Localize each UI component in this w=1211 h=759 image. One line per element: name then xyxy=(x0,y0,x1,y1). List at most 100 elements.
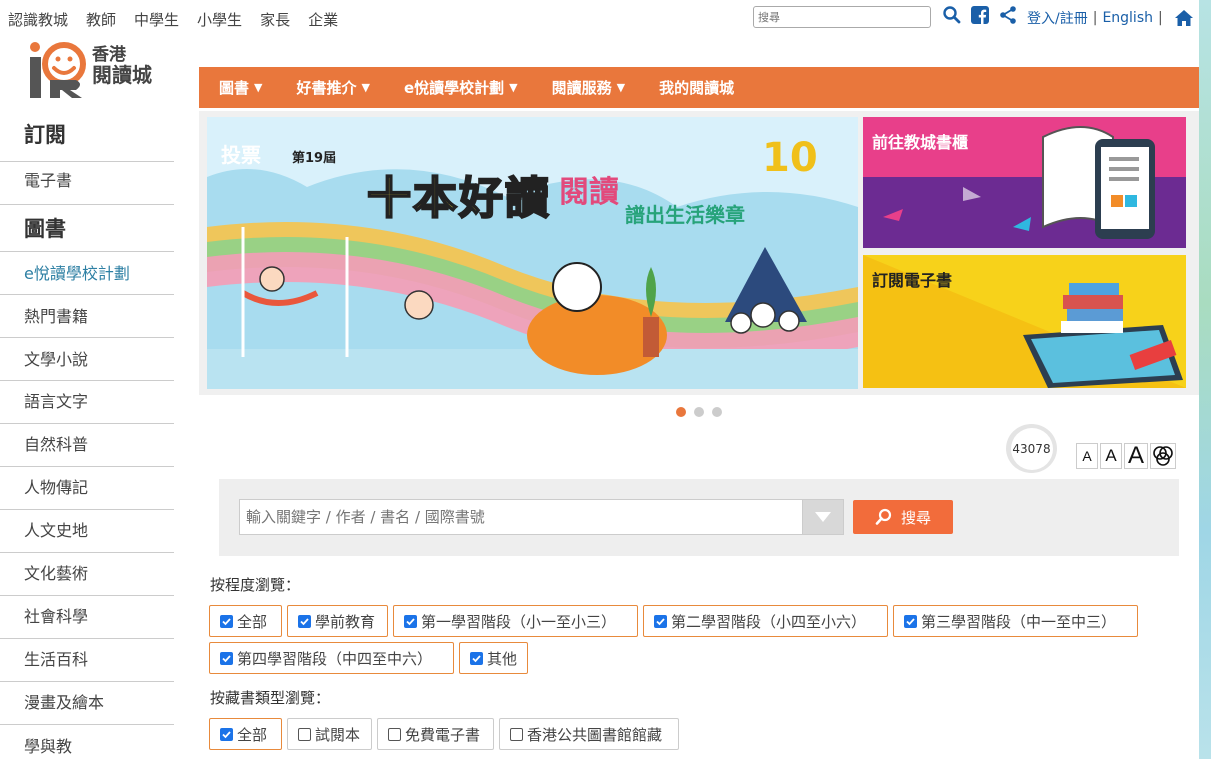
level-chip-ks4[interactable]: 第四學習階段（中四至中六） xyxy=(209,642,454,674)
sidebar-item-culture-arts[interactable]: 文化藝術 xyxy=(0,553,174,596)
audience-link-parents[interactable]: 家長 xyxy=(260,9,290,30)
top-search-input[interactable] xyxy=(753,6,931,28)
visit-counter: 43078 xyxy=(1006,424,1057,473)
promo-bookshelf[interactable]: 前往教城書櫃 xyxy=(863,117,1186,248)
banner-subtitle-reading: 閱讀 xyxy=(559,175,619,210)
chip-label: 第四學習階段（中四至中六） xyxy=(237,649,433,668)
contrast-toggle-button[interactable] xyxy=(1150,443,1176,469)
search-panel: 搜尋 xyxy=(219,479,1179,556)
carousel-dot-2[interactable] xyxy=(694,407,704,417)
chip-label: 第三學習階段（中一至中三） xyxy=(921,612,1117,631)
visit-counter-value: 43078 xyxy=(1010,427,1053,470)
checkbox-checked-icon xyxy=(220,651,233,665)
sidebar-item-language[interactable]: 語言文字 xyxy=(0,381,174,424)
nav-label: 好書推介 xyxy=(296,79,357,97)
level-chip-preschool[interactable]: 學前教育 xyxy=(287,605,388,637)
checkbox-checked-icon xyxy=(404,614,417,628)
site-logo[interactable]: 香港 閱讀城 xyxy=(26,40,166,102)
page: 認識教城 教師 中學生 小學生 家長 企業 登入/註冊 | English | xyxy=(0,0,1211,759)
font-size-medium-button[interactable]: A xyxy=(1100,443,1122,469)
main-nav: 圖書 ▼ 好書推介 ▼ e悅讀學校計劃 ▼ 閱讀服務 ▼ 我的閱讀城 xyxy=(199,67,1199,108)
type-chip-all[interactable]: 全部 xyxy=(209,718,282,750)
carousel-dot-1[interactable] xyxy=(676,407,686,417)
chip-label: 全部 xyxy=(237,612,268,631)
nav-item-school-plan[interactable]: e悅讀學校計劃 ▼ xyxy=(404,77,518,98)
sidebar-item-biography[interactable]: 人物傳記 xyxy=(0,467,174,510)
sidebar-item-ebooks[interactable]: 電子書 xyxy=(0,162,174,205)
contrast-icon xyxy=(1153,446,1173,466)
checkbox-unchecked-icon xyxy=(510,727,523,741)
type-chip-public-library[interactable]: 香港公共圖書館館藏 xyxy=(499,718,679,750)
search-button-label: 搜尋 xyxy=(900,508,931,527)
top-icon-group xyxy=(942,5,1018,25)
font-size-large-button[interactable]: A xyxy=(1124,442,1148,469)
search-dropdown-button[interactable] xyxy=(802,499,844,535)
level-chip-all[interactable]: 全部 xyxy=(209,605,282,637)
checkbox-unchecked-icon xyxy=(298,727,311,741)
level-chip-other[interactable]: 其他 xyxy=(459,642,528,674)
type-chip-free-ebooks[interactable]: 免費電子書 xyxy=(377,718,494,750)
audience-link-about[interactable]: 認識教城 xyxy=(8,9,68,30)
level-chip-ks1[interactable]: 第一學習階段（小一至小三） xyxy=(393,605,638,637)
logo-mascot-icon xyxy=(30,42,86,98)
login-link[interactable]: 登入/註冊 xyxy=(1027,8,1088,28)
nav-item-my-reading-city[interactable]: 我的閱讀城 xyxy=(659,77,734,98)
chip-label: 第一學習階段（小一至小三） xyxy=(421,612,617,631)
sidebar-item-learning-teaching[interactable]: 學與教 xyxy=(0,725,174,759)
banner-title: 十本好讀 xyxy=(366,172,551,225)
type-chip-preview[interactable]: 試閱本 xyxy=(287,718,372,750)
chip-label: 第二學習階段（小四至小六） xyxy=(671,612,867,631)
nav-label: 圖書 xyxy=(219,79,250,97)
left-sidebar: 訂閱 電子書 圖書 e悅讀學校計劃 熱門書籍 文學小說 語言文字 自然科普 人物… xyxy=(0,115,174,759)
nav-item-books[interactable]: 圖書 ▼ xyxy=(219,77,262,98)
promo-bookshelf-label: 前往教城書櫃 xyxy=(872,133,969,152)
banner-subtitle-music: 譜出生活樂章 xyxy=(625,203,745,227)
level-filter-label: 按程度瀏覽： xyxy=(210,576,301,594)
checkbox-checked-icon xyxy=(220,614,233,628)
font-size-controls: A A A xyxy=(1076,442,1176,469)
search-button[interactable]: 搜尋 xyxy=(853,500,953,534)
audience-links: 認識教城 教師 中學生 小學生 家長 企業 xyxy=(8,9,356,30)
audience-link-teachers[interactable]: 教師 xyxy=(86,9,116,30)
checkbox-checked-icon xyxy=(470,651,483,665)
chip-label: 其他 xyxy=(486,649,517,668)
sidebar-item-lifestyle[interactable]: 生活百科 xyxy=(0,639,174,682)
sidebar-heading-subscribe[interactable]: 訂閱 xyxy=(0,115,174,162)
chip-label: 學前教育 xyxy=(315,612,376,631)
book-search-input[interactable] xyxy=(239,499,803,535)
audience-link-primary[interactable]: 小學生 xyxy=(197,9,242,30)
audience-link-secondary[interactable]: 中學生 xyxy=(134,9,179,30)
search-icon[interactable] xyxy=(942,5,962,25)
search-icon xyxy=(875,508,892,525)
sidebar-item-literature[interactable]: 文學小說 xyxy=(0,338,174,381)
english-link[interactable]: English xyxy=(1102,10,1153,26)
banner-anniversary-badge: 10 xyxy=(762,135,818,181)
sidebar-item-social-science[interactable]: 社會科學 xyxy=(0,596,174,639)
carousel-dot-3[interactable] xyxy=(712,407,722,417)
audience-link-enterprise[interactable]: 企業 xyxy=(308,9,338,30)
sidebar-item-science[interactable]: 自然科普 xyxy=(0,424,174,467)
nav-item-recommendations[interactable]: 好書推介 ▼ xyxy=(296,77,369,98)
sidebar-heading-books[interactable]: 圖書 xyxy=(0,205,174,252)
checkbox-checked-icon xyxy=(654,614,667,628)
sidebar-item-popular[interactable]: 熱門書籍 xyxy=(0,295,174,338)
promo-subscribe-ebooks[interactable]: 訂閱電子書 xyxy=(863,255,1186,388)
nav-item-services[interactable]: 閱讀服務 ▼ xyxy=(552,77,625,98)
sidebar-item-e-reading-plan[interactable]: e悅讀學校計劃 xyxy=(0,252,174,295)
type-filter-label: 按藏書類型瀏覽： xyxy=(210,689,331,707)
level-chip-ks3[interactable]: 第三學習階段（中一至中三） xyxy=(893,605,1138,637)
share-icon[interactable] xyxy=(998,5,1018,25)
facebook-icon[interactable] xyxy=(970,5,990,25)
level-chip-ks2[interactable]: 第二學習階段（小四至小六） xyxy=(643,605,888,637)
font-size-small-button[interactable]: A xyxy=(1076,443,1098,469)
carousel-dots xyxy=(676,407,722,417)
right-decorative-strip xyxy=(1199,0,1211,759)
home-icon[interactable] xyxy=(1174,8,1194,28)
checkbox-checked-icon xyxy=(904,614,917,628)
hero-banner[interactable]: 投票 第19屆 十本好讀 閱讀 譜出生活樂章 10 xyxy=(207,117,858,389)
sidebar-item-comics[interactable]: 漫畫及繪本 xyxy=(0,682,174,725)
nav-label: 我的閱讀城 xyxy=(659,79,735,97)
nav-label: e悅讀學校計劃 xyxy=(403,79,505,97)
sidebar-item-history-geography[interactable]: 人文史地 xyxy=(0,510,174,553)
banner-edition: 第19屆 xyxy=(292,151,337,166)
